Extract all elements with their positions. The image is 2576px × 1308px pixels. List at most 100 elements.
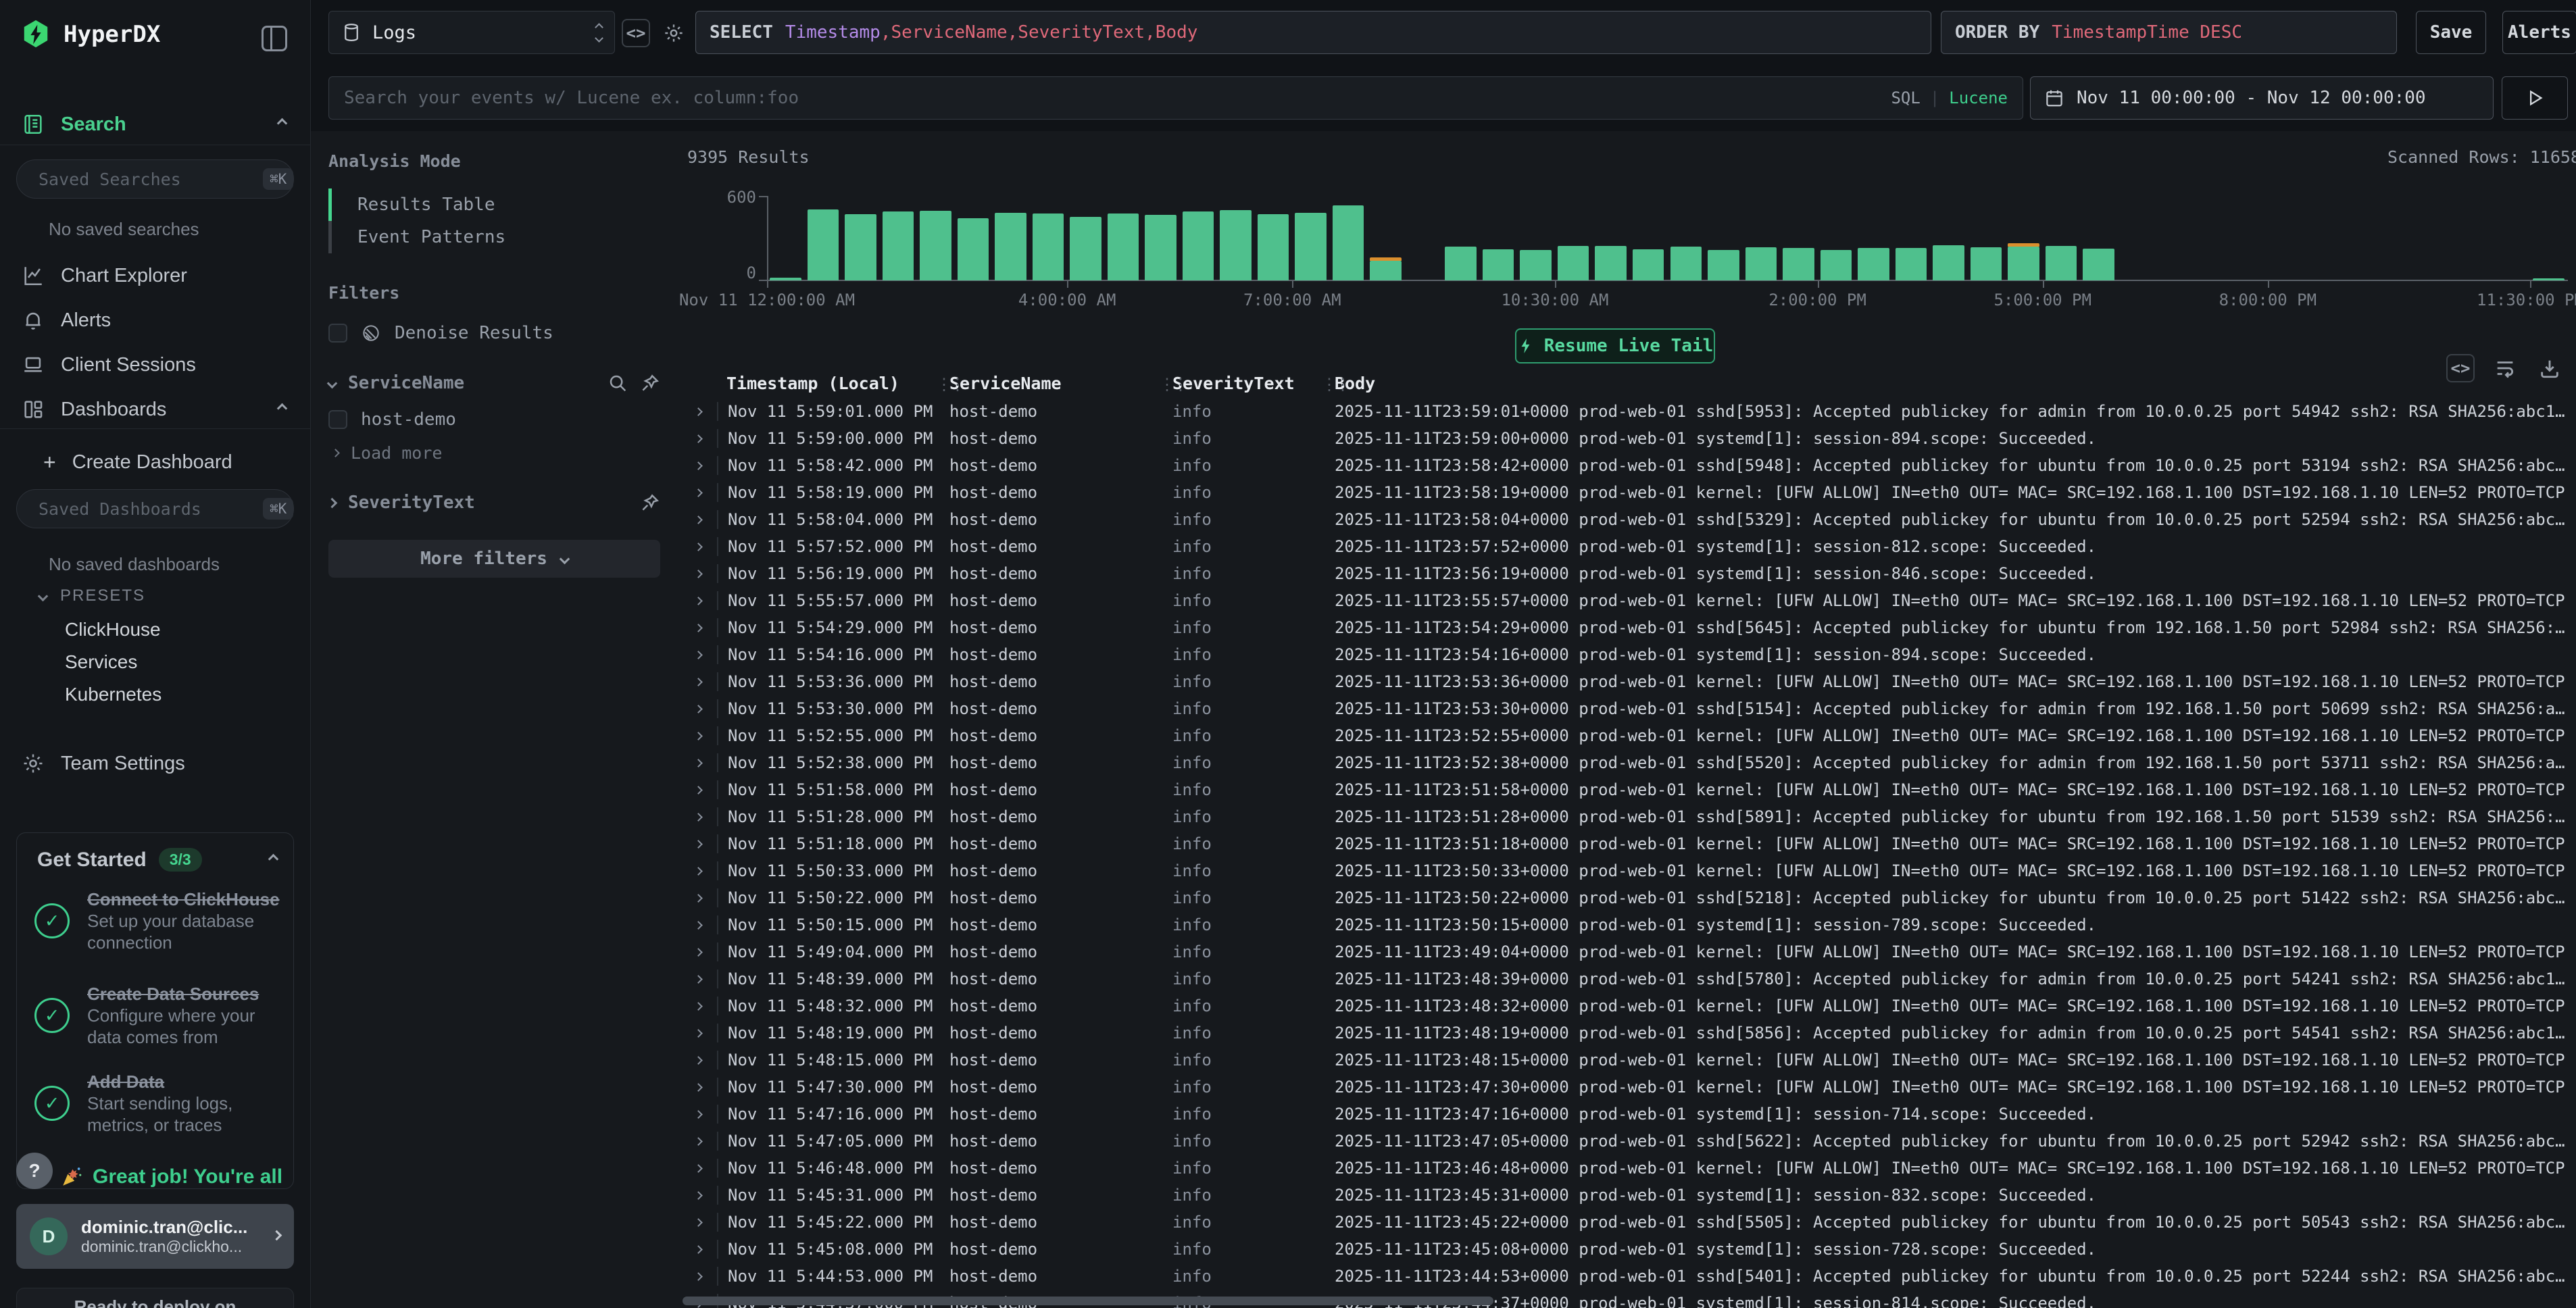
histogram-bar[interactable] [1370, 261, 1402, 280]
row-expand-chevron-icon[interactable] [679, 679, 717, 685]
histogram-bar[interactable] [1183, 211, 1214, 280]
col-header-severitytext[interactable]: ⋮⋮SeverityText [1163, 374, 1325, 393]
histogram-bar[interactable] [920, 211, 951, 280]
row-expand-chevron-icon[interactable] [679, 463, 717, 469]
row-expand-chevron-icon[interactable] [679, 1192, 717, 1199]
row-expand-chevron-icon[interactable] [679, 1111, 717, 1117]
pin-icon[interactable] [640, 493, 660, 513]
column-resize-handle[interactable]: ⋮⋮ [936, 375, 963, 394]
table-row[interactable]: Nov 11 5:52:38.000 PMhost-demoinfo2025-1… [679, 749, 2576, 776]
event-search-input[interactable] [344, 88, 1879, 108]
table-row[interactable]: Nov 11 5:44:53.000 PMhost-demoinfo2025-1… [679, 1263, 2576, 1290]
row-expand-chevron-icon[interactable] [679, 490, 717, 496]
table-row[interactable]: Nov 11 5:46:48.000 PMhost-demoinfo2025-1… [679, 1155, 2576, 1182]
sidebar-item-alerts[interactable]: Alerts [22, 305, 294, 335]
histogram-bar[interactable] [808, 209, 839, 280]
row-expand-chevron-icon[interactable] [679, 1219, 717, 1226]
histogram-bar[interactable] [1633, 249, 1664, 280]
row-expand-chevron-icon[interactable] [679, 760, 717, 766]
histogram-bar[interactable] [1295, 213, 1327, 280]
saved-searches-field[interactable] [39, 170, 253, 189]
mode-event-patterns[interactable]: Event Patterns [328, 221, 679, 253]
pin-icon[interactable] [640, 373, 660, 393]
histogram-bar[interactable] [1220, 210, 1252, 280]
table-row[interactable]: Nov 11 5:53:30.000 PMhost-demoinfo2025-1… [679, 695, 2576, 722]
table-row[interactable]: Nov 11 5:45:22.000 PMhost-demoinfo2025-1… [679, 1209, 2576, 1236]
col-header-timestamp[interactable]: Timestamp (Local) [717, 374, 940, 393]
sidebar-item-dashboards[interactable]: Dashboards [22, 395, 294, 424]
histogram-bar[interactable] [2008, 247, 2039, 280]
preset-kubernetes[interactable]: Kubernetes [65, 684, 162, 705]
table-row[interactable]: Nov 11 5:58:19.000 PMhost-demoinfo2025-1… [679, 479, 2576, 506]
histogram-bar[interactable] [1896, 248, 1927, 280]
row-expand-chevron-icon[interactable] [679, 1274, 717, 1280]
table-row[interactable]: Nov 11 5:57:52.000 PMhost-demoinfo2025-1… [679, 533, 2576, 560]
chevron-up-icon[interactable] [278, 403, 286, 416]
histogram-bar[interactable] [1670, 247, 1702, 280]
table-row[interactable]: Nov 11 5:59:01.000 PMhost-demoinfo2025-1… [679, 398, 2576, 425]
load-more-button[interactable]: Load more [328, 443, 679, 463]
date-range-picker[interactable]: Nov 11 00:00:00 - Nov 12 00:00:00 [2030, 76, 2494, 120]
row-expand-chevron-icon[interactable] [679, 652, 717, 658]
save-button[interactable]: Save [2416, 11, 2486, 54]
table-row[interactable]: Nov 11 5:47:16.000 PMhost-demoinfo2025-1… [679, 1101, 2576, 1128]
order-by-input[interactable]: ORDER BY TimestampTime DESC [1941, 11, 2397, 54]
column-resize-handle[interactable]: ⋮⋮ [1159, 375, 1186, 394]
more-filters-button[interactable]: More filters [328, 540, 660, 578]
row-expand-chevron-icon[interactable] [679, 841, 717, 847]
histogram-bar[interactable] [2083, 249, 2114, 280]
run-query-button[interactable] [2502, 76, 2568, 120]
histogram-bar[interactable] [1033, 213, 1064, 280]
histogram-bar[interactable] [770, 278, 801, 280]
table-row[interactable]: Nov 11 5:48:32.000 PMhost-demoinfo2025-1… [679, 992, 2576, 1020]
sidebar-collapse-icon[interactable] [262, 26, 287, 51]
row-expand-chevron-icon[interactable] [679, 517, 717, 523]
row-expand-chevron-icon[interactable] [679, 814, 717, 820]
table-row[interactable]: Nov 11 5:51:58.000 PMhost-demoinfo2025-1… [679, 776, 2576, 803]
sidebar-item-chart-explorer[interactable]: Chart Explorer [22, 261, 294, 291]
histogram-bar[interactable] [1333, 205, 1364, 280]
saved-dashboards-field[interactable] [39, 499, 253, 519]
row-expand-chevron-icon[interactable] [679, 1084, 717, 1090]
create-dashboard-button[interactable]: + Create Dashboard [43, 447, 294, 477]
row-expand-chevron-icon[interactable] [679, 571, 717, 577]
table-row[interactable]: Nov 11 5:55:57.000 PMhost-demoinfo2025-1… [679, 587, 2576, 614]
chevron-up-icon[interactable] [278, 118, 286, 130]
row-expand-chevron-icon[interactable] [679, 544, 717, 550]
get-started-item-sources[interactable]: ✓ Create Data SourcesConfigure where you… [34, 983, 280, 1048]
table-row[interactable]: Nov 11 5:53:36.000 PMhost-demoinfo2025-1… [679, 668, 2576, 695]
row-expand-chevron-icon[interactable] [679, 895, 717, 901]
histogram-bar[interactable] [1820, 250, 1852, 280]
histogram-bar[interactable] [1108, 213, 1139, 280]
row-expand-chevron-icon[interactable] [679, 1247, 717, 1253]
help-button[interactable]: ? [16, 1153, 53, 1189]
histogram-bar[interactable] [1520, 250, 1552, 280]
table-row[interactable]: Nov 11 5:51:28.000 PMhost-demoinfo2025-1… [679, 803, 2576, 830]
horizontal-scrollbar[interactable] [683, 1297, 1493, 1305]
histogram-bar[interactable] [1745, 247, 1777, 280]
histogram-bar[interactable] [958, 218, 989, 280]
table-row[interactable]: Nov 11 5:47:05.000 PMhost-demoinfo2025-1… [679, 1128, 2576, 1155]
row-expand-chevron-icon[interactable] [679, 787, 717, 793]
host-demo-checkbox[interactable] [328, 410, 347, 429]
table-row[interactable]: Nov 11 5:45:31.000 PMhost-demoinfo2025-1… [679, 1182, 2576, 1209]
table-row[interactable]: Nov 11 5:50:22.000 PMhost-demoinfo2025-1… [679, 884, 2576, 911]
col-header-body[interactable]: ⋮⋮Body [1325, 374, 2576, 393]
saved-searches-input[interactable]: ⌘K [16, 159, 294, 199]
user-menu[interactable]: D dominic.tran@clic... dominic.tran@clic… [16, 1204, 294, 1269]
row-expand-chevron-icon[interactable] [679, 1003, 717, 1009]
column-resize-handle[interactable]: ⋮⋮ [1321, 375, 1348, 394]
histogram-bar[interactable] [1483, 249, 1514, 280]
preset-clickhouse[interactable]: ClickHouse [65, 619, 161, 640]
histogram-bar[interactable] [1145, 215, 1176, 280]
denoise-results-toggle[interactable]: Denoise Results [328, 323, 679, 343]
saved-dashboards-input[interactable]: ⌘K [16, 489, 294, 528]
table-row[interactable]: Nov 11 5:49:04.000 PMhost-demoinfo2025-1… [679, 938, 2576, 965]
histogram-bar[interactable] [883, 211, 914, 280]
histogram-bar[interactable] [845, 214, 876, 280]
row-expand-chevron-icon[interactable] [679, 409, 717, 415]
filter-group-severitytext[interactable]: SeverityText [328, 493, 679, 513]
get-started-item-connect[interactable]: ✓ Connect to ClickHouseSet up your datab… [34, 888, 280, 953]
denoise-checkbox[interactable] [328, 324, 347, 343]
histogram-bar[interactable] [1070, 217, 1101, 280]
